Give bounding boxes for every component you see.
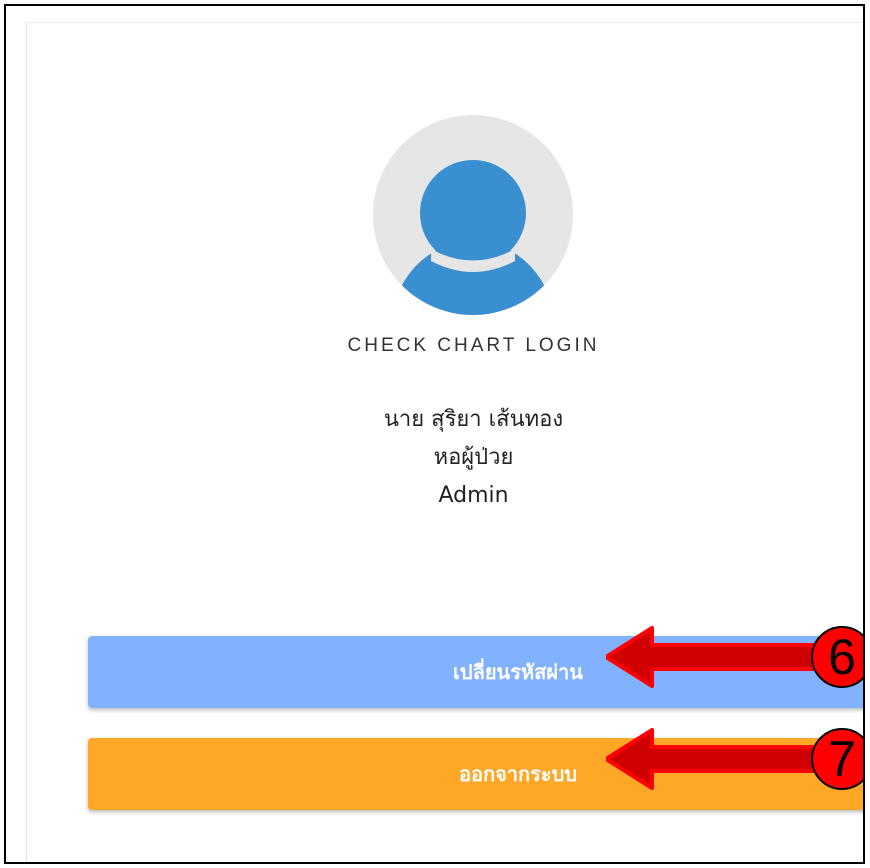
screenshot-frame: CHECK CHART LOGIN นาย สุริยา เส้นทอง หอผ… [4,4,865,864]
user-info: นาย สุริยา เส้นทอง หอผู้ป่วย Admin [27,401,863,515]
user-department: หอผู้ป่วย [433,445,514,470]
user-role: Admin [438,483,509,508]
user-avatar-icon [373,115,573,315]
change-password-label: เปลี่ยนรหัสผ่าน [453,660,583,684]
annotation-callout-6: 6 [604,612,863,702]
annotation-callout-7: 7 [604,714,863,804]
annotation-number-6: 6 [828,629,856,685]
app-title: CHECK CHART LOGIN [347,335,600,356]
annotation-number-7: 7 [828,731,856,787]
user-name: นาย สุริยา เส้นทอง [383,407,564,432]
logout-label: ออกจากระบบ [458,762,578,786]
